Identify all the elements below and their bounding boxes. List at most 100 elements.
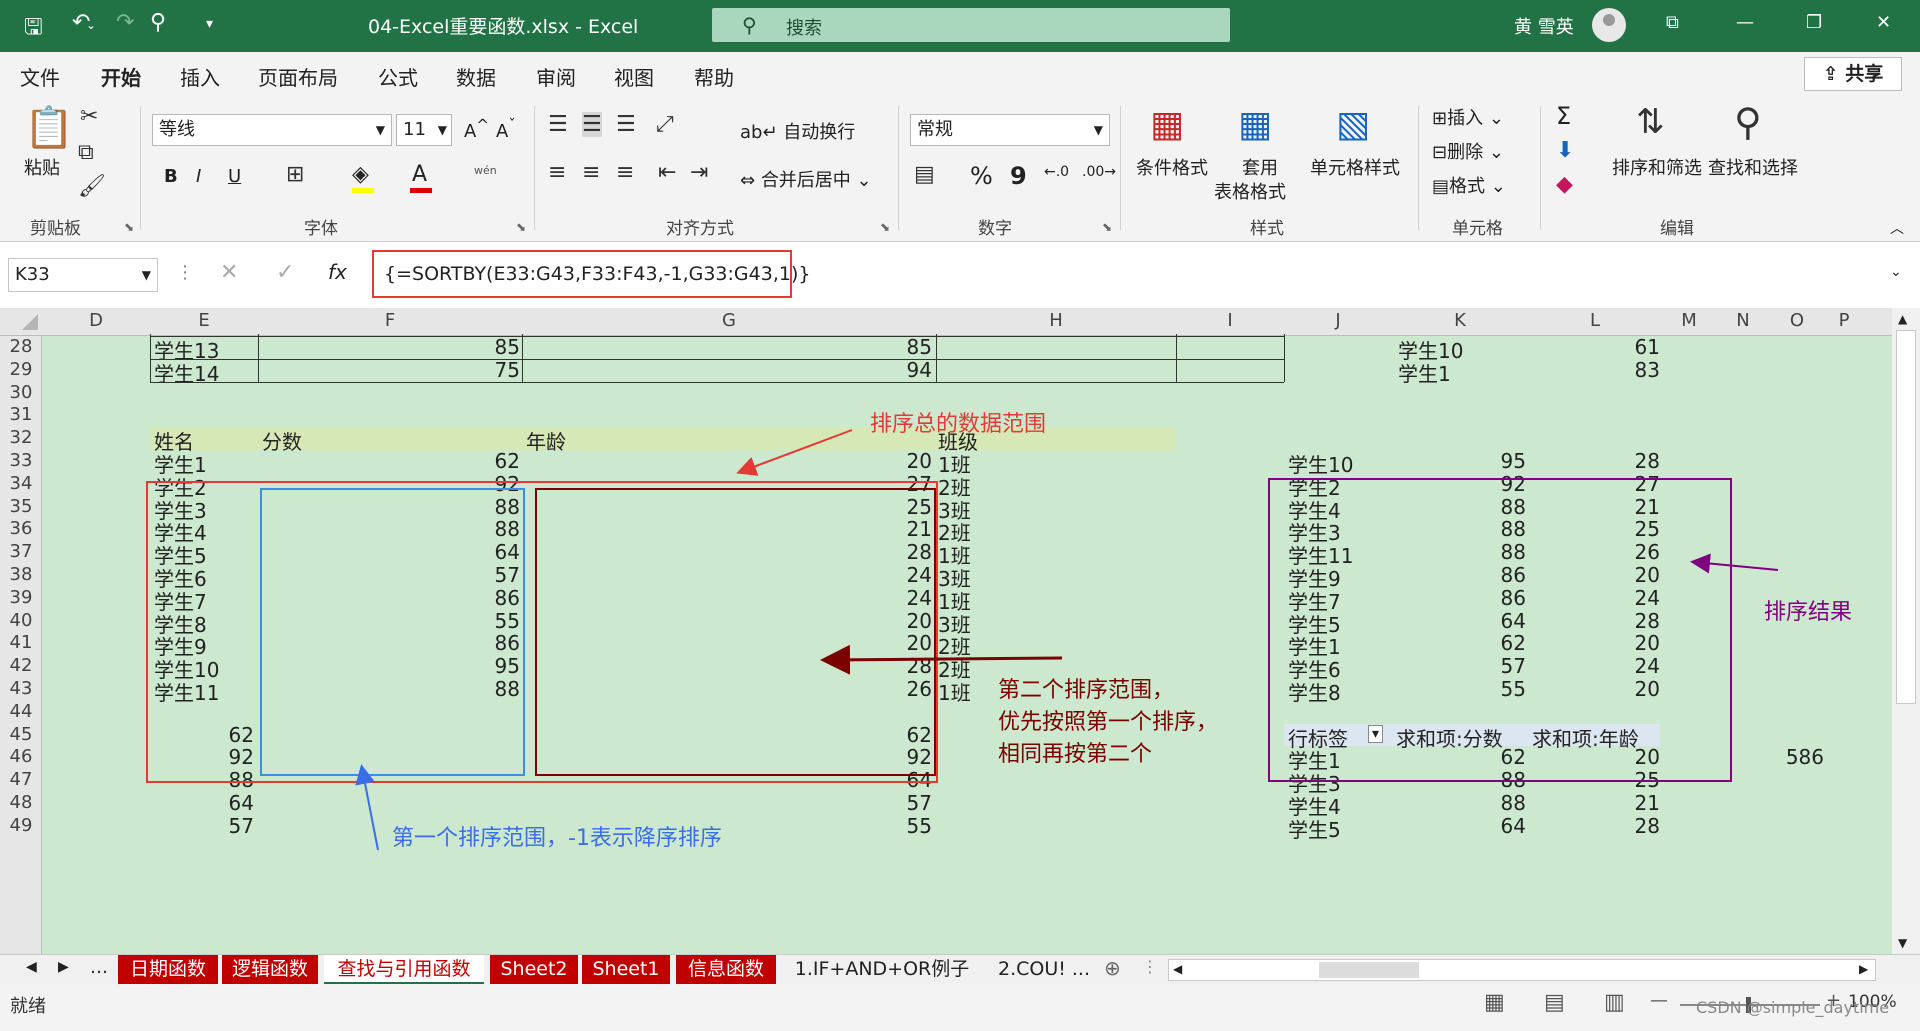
insert-function-icon[interactable]: fx xyxy=(328,260,347,284)
fill-icon[interactable]: ⬇ xyxy=(1556,138,1574,163)
tab-countif[interactable]: 2.COU! ... xyxy=(990,955,1098,985)
tab-if-and-or[interactable]: 1.IF+AND+OR例子 xyxy=(782,955,982,985)
page-layout-view-icon[interactable]: ▤ xyxy=(1544,990,1565,1015)
cut-icon[interactable]: ✂ xyxy=(80,104,98,129)
phonetic-icon[interactable]: wén xyxy=(474,164,497,177)
decrease-indent-icon[interactable]: ⇤ xyxy=(658,160,676,185)
tab-info-functions[interactable]: 信息函数 xyxy=(676,955,776,985)
underline-button[interactable]: U xyxy=(228,166,241,187)
add-sheet-icon[interactable]: ⊕ xyxy=(1104,956,1121,980)
shrink-font-icon[interactable]: Aˇ xyxy=(496,116,516,142)
more-sheets-icon[interactable]: … xyxy=(90,957,108,978)
increase-decimal-icon[interactable]: ←.0 xyxy=(1044,164,1069,180)
font-launcher-icon[interactable]: ⬊ xyxy=(516,220,526,234)
wrap-text-button[interactable]: ab↵ 自动换行 xyxy=(740,118,855,144)
menu-formulas[interactable]: 公式 xyxy=(378,62,418,91)
menu-view[interactable]: 视图 xyxy=(614,62,654,91)
paste-label[interactable]: 粘贴 xyxy=(24,154,60,180)
align-center-icon[interactable]: ≡ xyxy=(582,160,600,185)
tab-logic-functions[interactable]: 逻辑函数 xyxy=(222,955,318,985)
border-icon[interactable]: ⊞ xyxy=(286,162,304,187)
close-icon[interactable]: ✕ xyxy=(1876,12,1891,33)
page-break-view-icon[interactable]: ▥ xyxy=(1604,990,1625,1015)
user-name[interactable]: 黄 雪英 xyxy=(1514,13,1574,39)
cell-style-icon[interactable]: ▧ xyxy=(1336,104,1370,145)
align-middle-icon[interactable]: ☰ xyxy=(582,112,602,137)
tab-date-functions[interactable]: 日期函数 xyxy=(118,955,218,985)
merge-center-button[interactable]: ⇔ 合并后居中 ⌄ xyxy=(740,166,872,192)
menu-data[interactable]: 数据 xyxy=(456,62,496,91)
sort-filter-icon[interactable]: ⇅ xyxy=(1636,102,1665,142)
normal-view-icon[interactable]: ▦ xyxy=(1484,990,1505,1015)
font-name-select[interactable]: 等线 ▼ xyxy=(152,114,392,146)
clipboard-launcher-icon[interactable]: ⬊ xyxy=(124,220,134,234)
vertical-scroll-thumb[interactable] xyxy=(1896,330,1916,704)
sort-filter-label[interactable]: 排序和筛选 xyxy=(1612,154,1702,180)
tab-sheet2[interactable]: Sheet2 xyxy=(490,955,578,985)
fill-color-icon[interactable]: ◈ xyxy=(352,162,369,187)
scroll-down-icon[interactable]: ▼ xyxy=(1898,936,1907,950)
collapse-ribbon-icon[interactable]: ︿ xyxy=(1890,218,1904,238)
horizontal-scroll-thumb[interactable] xyxy=(1319,962,1419,978)
align-bottom-icon[interactable]: ☰ xyxy=(616,112,636,137)
search-icon[interactable]: ⚲ xyxy=(150,10,166,35)
ribbon-display-icon[interactable]: ⧉ xyxy=(1666,12,1679,33)
find-select-icon[interactable]: ⚲ xyxy=(1734,100,1762,144)
avatar[interactable] xyxy=(1592,8,1626,42)
align-top-icon[interactable]: ☰ xyxy=(548,112,568,137)
zoom-out-icon[interactable]: — xyxy=(1650,990,1668,1011)
table-format-label-1[interactable]: 套用 xyxy=(1242,154,1278,180)
insert-cells-button[interactable]: ⊞插入 ⌄ xyxy=(1432,104,1504,130)
font-size-select[interactable]: 11 ▼ xyxy=(396,114,452,146)
tab-lookup-functions[interactable]: 查找与引用函数 xyxy=(324,955,484,985)
orientation-icon[interactable]: ⤢ xyxy=(656,112,674,137)
scroll-left-icon[interactable]: ◀ xyxy=(1173,962,1182,976)
decrease-decimal-icon[interactable]: .00→ xyxy=(1082,164,1116,180)
cell-style-label[interactable]: 单元格样式 xyxy=(1310,154,1400,180)
percent-button[interactable]: % xyxy=(970,162,993,190)
undo-dropdown-icon[interactable]: ⌄ xyxy=(86,18,96,32)
align-right-icon[interactable]: ≡ xyxy=(616,160,634,185)
copy-icon[interactable]: ⧉ xyxy=(78,140,94,165)
tab-splitter-icon[interactable]: ⋮ xyxy=(1142,957,1158,976)
vertical-scrollbar[interactable]: ▲ ▼ xyxy=(1892,308,1920,954)
name-box[interactable]: K33 ▼ xyxy=(8,258,158,292)
scroll-up-icon[interactable]: ▲ xyxy=(1898,312,1907,326)
paste-icon[interactable]: 📋 xyxy=(24,104,74,151)
align-left-icon[interactable]: ≡ xyxy=(548,160,566,185)
cancel-icon[interactable]: ✕ xyxy=(220,260,238,285)
delete-cells-button[interactable]: ⊟删除 ⌄ xyxy=(1432,138,1504,164)
scroll-right-icon[interactable]: ▶ xyxy=(1859,962,1868,976)
next-sheet-icon[interactable]: ▶ xyxy=(58,959,69,975)
menu-home[interactable]: 开始 xyxy=(101,62,141,99)
table-format-icon[interactable]: ▦ xyxy=(1238,104,1272,145)
redo-icon[interactable]: ↷ xyxy=(116,10,134,35)
save-icon[interactable]: 🖫 xyxy=(24,10,43,48)
accounting-icon[interactable]: ▤ xyxy=(914,162,935,187)
table-format-label-2[interactable]: 表格格式 xyxy=(1214,178,1286,204)
enter-icon[interactable]: ✓ xyxy=(276,260,294,285)
customize-toolbar-icon[interactable]: ▾ xyxy=(206,16,213,32)
increase-indent-icon[interactable]: ⇥ xyxy=(690,160,708,185)
prev-sheet-icon[interactable]: ◀ xyxy=(26,959,37,975)
menu-help[interactable]: 帮助 xyxy=(694,62,734,91)
clear-icon[interactable]: ◆ xyxy=(1556,172,1573,197)
minimize-icon[interactable]: — xyxy=(1736,12,1754,33)
spreadsheet-grid[interactable]: D E F G H I J K L M N O P 28 29 30 31 32 33 34… xyxy=(0,308,1920,954)
conditional-format-icon[interactable]: ▦ xyxy=(1150,104,1184,145)
number-launcher-icon[interactable]: ⬊ xyxy=(1102,220,1112,234)
formula-input[interactable]: {=SORTBY(E33:G43,F33:F43,-1,G33:G43,1)} xyxy=(372,250,810,298)
menu-insert[interactable]: 插入 xyxy=(180,62,220,91)
menu-file[interactable]: 文件 xyxy=(20,62,60,91)
menu-review[interactable]: 审阅 xyxy=(536,62,576,91)
tab-sheet1[interactable]: Sheet1 xyxy=(582,955,670,985)
alignment-launcher-icon[interactable]: ⬊ xyxy=(880,220,890,234)
restore-icon[interactable]: ❐ xyxy=(1806,12,1822,33)
search-box[interactable]: ⚲ 搜索 xyxy=(712,8,1230,42)
font-color-icon[interactable]: A xyxy=(412,162,427,187)
bold-button[interactable]: B xyxy=(164,166,178,187)
grow-font-icon[interactable]: A^ xyxy=(464,116,489,142)
comma-button[interactable]: 9 xyxy=(1010,162,1027,190)
italic-button[interactable]: I xyxy=(196,166,201,187)
conditional-format-label[interactable]: 条件格式 xyxy=(1136,154,1208,180)
